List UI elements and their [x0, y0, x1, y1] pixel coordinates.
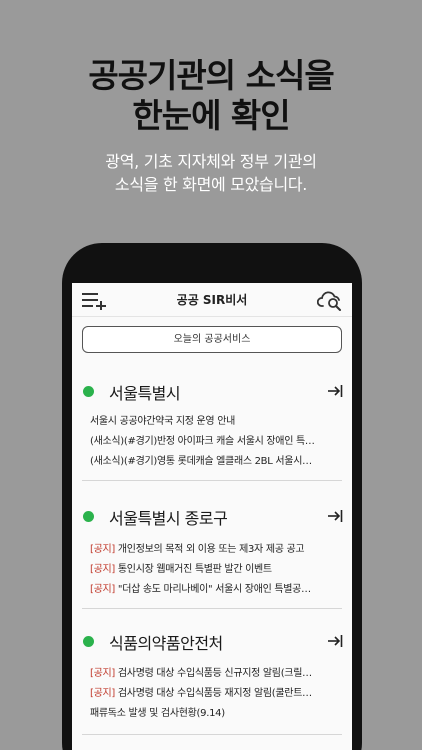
section-title: 식품의약품안전처: [109, 634, 223, 653]
news-item[interactable]: [공지] 검사명령 대상 수입식품등 재지정 알림(쿨란트…: [90, 684, 342, 704]
section-header[interactable]: 서울특별시 종로구: [72, 504, 352, 528]
status-dot: [83, 636, 94, 647]
cloud-search-icon[interactable]: [317, 289, 343, 311]
news-list: [공지] 개인정보의 목적 외 이용 또는 제3자 제공 공고 [공지] 통인시…: [90, 540, 342, 600]
section-header[interactable]: 식품의약품안전처: [72, 629, 352, 653]
news-item[interactable]: (새소식)(#경기)영통 롯데캐슬 엘클래스 2BL 서울시…: [90, 452, 342, 472]
promo-title-line-2: 한눈에 확인: [132, 96, 290, 135]
status-dot: [83, 386, 94, 397]
app-title: 공공 SIR비서: [176, 293, 248, 307]
news-item[interactable]: (새소식)(#경기)반정 아이파크 캐슬 서울시 장애인 특…: [90, 432, 342, 452]
promo-subtitle-line-1: 광역, 기초 지자체와 정부 기관의: [105, 152, 317, 171]
news-item[interactable]: [공지] 검사명령 대상 수입식품등 신규지정 알림(크릴…: [90, 664, 342, 684]
news-list: [공지] 검사명령 대상 수입식품등 신규지정 알림(크릴… [공지] 검사명령…: [90, 664, 342, 724]
arrow-to-line-icon[interactable]: [327, 633, 343, 649]
news-item[interactable]: [공지] 개인정보의 목적 외 이용 또는 제3자 제공 공고: [90, 540, 342, 560]
news-item[interactable]: [공지] "더삽 송도 마리나베이" 서울시 장애인 특별공…: [90, 580, 342, 600]
divider: [82, 480, 342, 481]
arrow-to-line-icon[interactable]: [327, 383, 343, 399]
divider: [82, 608, 342, 609]
app-screen: 공공 SIR비서 오늘의 공공서비스 서울특별시 서울시 공공야간약국 지정 운…: [72, 283, 352, 750]
section-mfds: 식품의약품안전처: [72, 629, 352, 653]
divider: [82, 734, 342, 735]
arrow-to-line-icon[interactable]: [327, 508, 343, 524]
section-header[interactable]: 서울특별시: [72, 379, 352, 403]
promo-subtitle-line-2: 소식을 한 화면에 모았습니다.: [114, 175, 308, 194]
section-seoul: 서울특별시: [72, 379, 352, 403]
news-item[interactable]: 패류독소 발생 및 검사현황(9.14): [90, 704, 342, 724]
app-header: 공공 SIR비서: [72, 283, 352, 317]
promo-title: 공공기관의 소식을 한눈에 확인: [0, 56, 422, 136]
promo-title-line-1: 공공기관의 소식을: [88, 56, 334, 95]
today-public-service-button[interactable]: 오늘의 공공서비스: [82, 326, 342, 353]
status-dot: [83, 511, 94, 522]
news-item[interactable]: [공지] 통인시장 웹매거진 특별판 발간 이벤트: [90, 560, 342, 580]
section-title: 서울특별시 종로구: [109, 509, 228, 528]
section-title: 서울특별시: [109, 384, 181, 403]
section-jongno: 서울특별시 종로구: [72, 504, 352, 528]
news-item[interactable]: 서울시 공공야간약국 지정 운영 안내: [90, 412, 342, 432]
news-list: 서울시 공공야간약국 지정 운영 안내 (새소식)(#경기)반정 아이파크 캐슬…: [90, 412, 342, 472]
promo-subtitle: 광역, 기초 지자체와 정부 기관의 소식을 한 화면에 모았습니다.: [0, 150, 422, 196]
